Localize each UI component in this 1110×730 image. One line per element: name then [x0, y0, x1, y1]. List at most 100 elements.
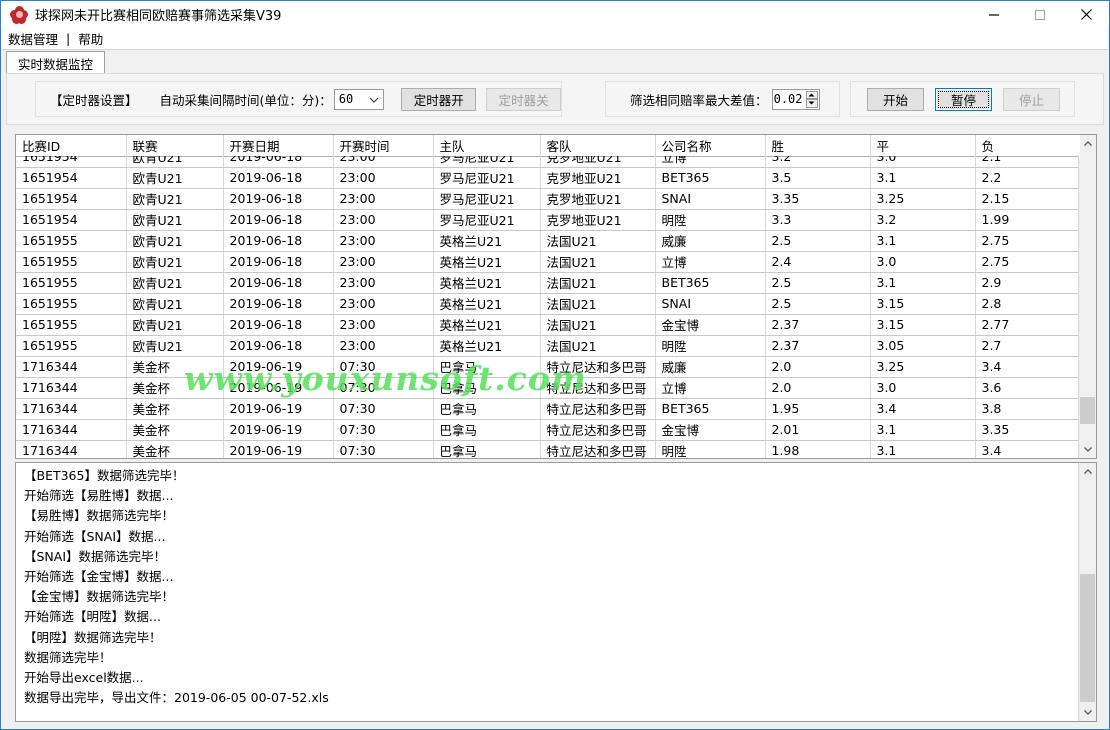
cell-负: 2.7 [975, 335, 1081, 357]
cell-平: 3.25 [870, 188, 976, 210]
cell-公司名称: 立博 [655, 377, 766, 399]
start-button[interactable]: 开始 [867, 87, 924, 111]
stepper-up-icon[interactable] [805, 90, 818, 99]
column-header-0[interactable]: 比赛ID [16, 135, 127, 157]
cell-客队: 克罗地亚U21 [540, 209, 656, 231]
cell-公司名称: 威廉 [655, 356, 766, 378]
timer-settings-group: 【定时器设置】 自动采集间隔时间(单位：分)： 60 定时器开 定时器关 [35, 81, 562, 117]
cell-比赛ID: 1716344 [16, 356, 127, 378]
cell-开赛时间: 23:00 [333, 188, 434, 210]
table-row[interactable]: 1716344 美金杯 2019-06-19 07:30 巴拿马 特立尼达和多巴哥 金宝博 2… [16, 419, 1081, 441]
cell-联赛: 欧青U21 [126, 209, 224, 231]
cell-负: 2.75 [975, 251, 1081, 273]
log-scroll-thumb[interactable] [1080, 574, 1095, 702]
table-row[interactable]: 1651955 欧青U21 2019-06-18 23:00 英格兰U21 法国U21 威廉… [16, 230, 1081, 252]
cell-负: 3.4 [975, 356, 1081, 378]
log-line: 数据导出完毕，导出文件：2019-06-05 00-07-52.xls [24, 690, 329, 706]
column-header-9[interactable]: 负 [975, 135, 1081, 157]
cell-主队: 罗马尼亚U21 [433, 209, 541, 231]
tab-realtime-monitor[interactable]: 实时数据监控 [6, 51, 106, 75]
grid-vertical-scrollbar[interactable] [1078, 135, 1096, 458]
column-header-5[interactable]: 客队 [540, 135, 656, 157]
cell-平: 3.15 [870, 314, 976, 336]
table-row[interactable]: 1716344 美金杯 2019-06-19 07:30 巴拿马 特立尼达和多巴哥 立博 2.… [16, 377, 1081, 399]
cell-主队: 巴拿马 [433, 419, 541, 441]
log-panel[interactable]: 【BET365】数据筛选完毕！ 开始筛选【易胜博】数据... 【易胜博】数据筛选完毕… [15, 462, 1097, 722]
table-row[interactable]: 1651955 欧青U21 2019-06-18 23:00 英格兰U21 法国U21 金宝… [16, 314, 1081, 336]
grid-scroll-thumb[interactable] [1080, 397, 1095, 424]
cell-比赛ID: 1651954 [16, 209, 127, 231]
stepper-down-icon[interactable] [805, 99, 818, 108]
data-grid[interactable]: 比赛ID 联赛 开赛日期 开赛时间 主队 客队 公司名称胜平负 1651954 欧青U21 20… [15, 134, 1097, 459]
cell-公司名称: BET365 [655, 167, 766, 189]
cell-客队: 克罗地亚U21 [540, 188, 656, 210]
cell-客队: 特立尼达和多巴哥 [540, 440, 656, 458]
cell-胜: 2.0 [765, 356, 871, 378]
cell-开赛日期: 2019-06-19 [223, 377, 334, 399]
close-button[interactable] [1063, 1, 1109, 28]
cell-主队: 巴拿马 [433, 377, 541, 399]
cell-平: 3.25 [870, 356, 976, 378]
interval-select[interactable]: 60 [333, 88, 385, 110]
cell-负: 2.75 [975, 230, 1081, 252]
title-bar: 球探网未开比赛相同欧赔赛事筛选采集V39 [1, 1, 1109, 28]
column-header-7[interactable]: 胜 [765, 135, 871, 157]
interval-value: 60 [338, 92, 354, 106]
max-diff-stepper[interactable]: 0.02 [771, 88, 820, 110]
cell-平: 3.1 [870, 419, 976, 441]
cell-联赛: 欧青U21 [126, 188, 224, 210]
cell-比赛ID: 1651955 [16, 335, 127, 357]
table-row[interactable]: 1651954 欧青U21 2019-06-18 23:00 罗马尼亚U21 克罗地亚U2… [16, 167, 1081, 189]
log-line: 开始筛选【SNAI】数据... [24, 528, 166, 544]
menu-item-data-management[interactable]: 数据管理 [2, 29, 64, 48]
cell-开赛时间: 23:00 [333, 293, 434, 315]
cell-平: 3.0 [870, 251, 976, 273]
cell-公司名称: 金宝博 [655, 314, 766, 336]
table-row[interactable]: 1716344 美金杯 2019-06-19 07:30 巴拿马 特立尼达和多巴哥 BET3… [16, 398, 1081, 420]
cell-平: 3.0 [870, 377, 976, 399]
table-row[interactable]: 1651954 欧青U21 2019-06-18 23:00 罗马尼亚U21 克罗地亚U2… [16, 209, 1081, 231]
cell-开赛日期: 2019-06-18 [223, 251, 334, 273]
cell-负: 2.77 [975, 314, 1081, 336]
cell-客队: 法国U21 [540, 272, 656, 294]
column-header-6[interactable]: 公司名称 [655, 135, 766, 157]
scroll-down-icon[interactable] [1079, 441, 1096, 458]
table-row[interactable]: 1651955 欧青U21 2019-06-18 23:00 英格兰U21 法国U21 明陞… [16, 335, 1081, 357]
cell-客队: 法国U21 [540, 314, 656, 336]
toolbar-panel: 【定时器设置】 自动采集间隔时间(单位：分)： 60 定时器开 定时器关 筛选相… [6, 73, 1104, 125]
cell-客队: 法国U21 [540, 251, 656, 273]
timer-on-button[interactable]: 定时器开 [401, 87, 477, 111]
table-row[interactable]: 1651954 欧青U21 2019-06-18 23:00 罗马尼亚U21 克罗地亚U2… [16, 188, 1081, 210]
minimize-button[interactable] [971, 1, 1017, 28]
table-row[interactable]: 1651955 欧青U21 2019-06-18 23:00 英格兰U21 法国U21 BE… [16, 272, 1081, 294]
stepper-buttons[interactable] [805, 90, 818, 108]
cell-开赛时间: 23:00 [333, 272, 434, 294]
cell-平: 3.15 [870, 293, 976, 315]
cell-客队: 特立尼达和多巴哥 [540, 356, 656, 378]
cell-主队: 巴拿马 [433, 398, 541, 420]
log-scroll-up-icon[interactable] [1079, 463, 1096, 480]
scroll-up-icon[interactable] [1079, 135, 1096, 152]
cell-联赛: 美金杯 [126, 440, 224, 458]
log-scroll-down-icon[interactable] [1079, 704, 1096, 721]
table-row[interactable]: 1716344 美金杯 2019-06-19 07:30 巴拿马 特立尼达和多巴哥 威廉 2.… [16, 356, 1081, 378]
column-header-1[interactable]: 联赛 [126, 135, 224, 157]
pause-button[interactable]: 暂停 [935, 87, 992, 111]
cell-主队: 英格兰U21 [433, 230, 541, 252]
maximize-button[interactable] [1017, 1, 1063, 28]
cell-胜: 2.37 [765, 314, 871, 336]
window-controls [971, 1, 1109, 28]
menu-item-help[interactable]: 帮助 [72, 29, 109, 48]
column-header-8[interactable]: 平 [870, 135, 976, 157]
column-header-2[interactable]: 开赛日期 [223, 135, 334, 157]
table-row[interactable]: 1651955 欧青U21 2019-06-18 23:00 英格兰U21 法国U21 立博… [16, 251, 1081, 273]
table-row[interactable]: 1716344 美金杯 2019-06-19 07:30 巴拿马 特立尼达和多巴哥 明陞 1.… [16, 440, 1081, 458]
log-vertical-scrollbar[interactable] [1078, 463, 1096, 721]
timer-settings-label: 【定时器设置】 [50, 92, 138, 108]
column-header-4[interactable]: 主队 [433, 135, 541, 157]
cell-客队: 克罗地亚U21 [540, 167, 656, 189]
column-header-3[interactable]: 开赛时间 [333, 135, 434, 157]
table-row[interactable]: 1651955 欧青U21 2019-06-18 23:00 英格兰U21 法国U21 SN… [16, 293, 1081, 315]
cell-客队: 法国U21 [540, 293, 656, 315]
cell-胜: 2.4 [765, 251, 871, 273]
